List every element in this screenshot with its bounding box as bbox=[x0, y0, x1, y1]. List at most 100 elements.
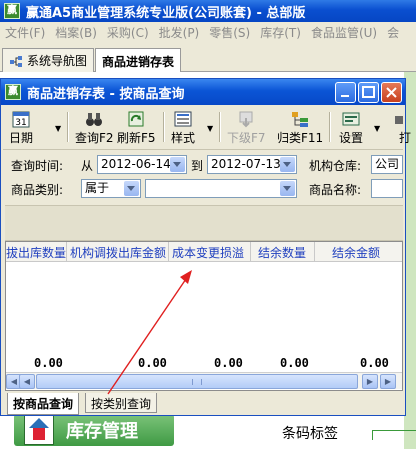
tab-navigation-map[interactable]: 系统导航图 bbox=[2, 48, 95, 72]
scroll-left-page-button[interactable]: ◀ bbox=[19, 374, 35, 389]
view-tabs: 按商品查询 按类别查询 bbox=[5, 393, 403, 415]
date-button[interactable]: 31 日期 bbox=[9, 110, 33, 146]
from-date-dropdown-icon[interactable] bbox=[170, 157, 185, 172]
app-title-bar: 赢 赢通A5商业管理系统专业版(公司账套) - 总部版 bbox=[0, 0, 416, 22]
down-level-button[interactable]: 下级F7 bbox=[227, 110, 266, 146]
style-icon bbox=[174, 111, 192, 127]
category-button-label: 归类F11 bbox=[277, 131, 324, 145]
to-date-value: 2012-07-13 bbox=[211, 157, 281, 171]
menu-wholesale[interactable]: 批发(P) bbox=[154, 24, 205, 41]
barcode-label-link[interactable]: 条码标签 bbox=[282, 423, 338, 443]
inventory-management-label: 库存管理 bbox=[66, 421, 138, 442]
total-transfer-out-qty: 0.00 bbox=[34, 356, 63, 370]
column-header-transfer-out-amount[interactable]: 机构调拨出库金额 bbox=[70, 244, 166, 261]
tab-product-inventory-report-label: 商品进销存表 bbox=[102, 54, 175, 69]
to-date-field[interactable]: 2012-07-13 bbox=[207, 155, 297, 174]
column-header-balance-qty[interactable]: 结余数量 bbox=[258, 244, 306, 261]
menu-more[interactable]: 会 bbox=[382, 24, 404, 41]
minimize-icon bbox=[341, 95, 349, 97]
menu-purchase[interactable]: 采购(C) bbox=[102, 24, 154, 41]
column-separator[interactable] bbox=[168, 242, 169, 262]
warehouse-value: 公司 bbox=[375, 157, 400, 171]
navigation-map-icon bbox=[10, 55, 22, 67]
grid-header: 拔出库数量 机构调拨出库金额 成本变更损溢 结余数量 结余金额 bbox=[6, 242, 402, 262]
window-title: 商品进销存表 - 按商品查询 bbox=[27, 86, 185, 102]
inventory-management-button[interactable]: 库存管理 bbox=[14, 414, 174, 446]
style-button-label: 样式 bbox=[171, 131, 196, 145]
inventory-report-window: 赢 商品进销存表 - 按商品查询 31 日期 ▼ 查询F2 刷新F5 样式 ▼ … bbox=[0, 78, 411, 416]
column-separator[interactable] bbox=[314, 242, 315, 262]
total-balance-amount: 0.00 bbox=[360, 356, 389, 370]
scroll-right-button[interactable]: ▶ bbox=[362, 374, 378, 389]
from-date-field[interactable]: 2012-06-14 bbox=[97, 155, 187, 174]
column-header-transfer-out-qty[interactable]: 拔出库数量 bbox=[6, 244, 66, 261]
menu-retail[interactable]: 零售(S) bbox=[204, 24, 255, 41]
window-logo-icon: 赢 bbox=[5, 84, 21, 100]
menu-food-supervision[interactable]: 食品监管(U) bbox=[306, 24, 382, 41]
warehouse-label: 机构仓库: bbox=[309, 159, 362, 173]
minimize-button[interactable] bbox=[335, 82, 356, 103]
query-panel: 查询时间: 从 2012-06-14 到 2012-07-13 机构仓库: 公司… bbox=[5, 153, 403, 203]
toolbar-separator bbox=[219, 112, 221, 142]
print-button[interactable]: 打 bbox=[395, 110, 415, 146]
query-button[interactable]: 查询F2 bbox=[75, 110, 114, 146]
flow-connector-line bbox=[372, 430, 416, 440]
toolbar-separator bbox=[163, 112, 165, 142]
to-date-dropdown-icon[interactable] bbox=[280, 157, 295, 172]
column-header-cost-change[interactable]: 成本变更损溢 bbox=[172, 244, 244, 261]
toolbar-separator bbox=[329, 112, 331, 142]
style-button[interactable]: 样式 bbox=[171, 110, 195, 146]
menu-inventory[interactable]: 库存(T) bbox=[255, 24, 306, 41]
category-dropdown-icon[interactable] bbox=[280, 181, 295, 196]
grid-total-row: 0.00 0.00 0.00 0.00 0.00 bbox=[6, 354, 402, 372]
menu-file[interactable]: 文件(F) bbox=[0, 24, 50, 41]
column-separator[interactable] bbox=[250, 242, 251, 262]
warehouse-field[interactable]: 公司 bbox=[371, 155, 403, 174]
from-label: 从 bbox=[81, 159, 94, 173]
style-dropdown-arrow[interactable]: ▼ bbox=[207, 124, 213, 133]
binoculars-icon bbox=[86, 113, 103, 126]
total-transfer-out-amount: 0.00 bbox=[138, 356, 167, 370]
refresh-button[interactable]: 刷新F5 bbox=[117, 110, 156, 146]
category-mode-select[interactable]: 属于 bbox=[81, 179, 141, 198]
tab-by-product[interactable]: 按商品查询 bbox=[7, 393, 80, 415]
date-button-label: 日期 bbox=[9, 131, 34, 145]
tab-by-category[interactable]: 按类别查询 bbox=[85, 393, 158, 413]
column-header-balance-amount[interactable]: 结余金额 bbox=[332, 244, 380, 261]
product-name-input[interactable] bbox=[371, 179, 403, 198]
query-spacer-panel bbox=[5, 205, 403, 241]
tab-navigation-map-label: 系统导航图 bbox=[27, 54, 88, 68]
query-button-label: 查询F2 bbox=[75, 131, 114, 145]
category-select[interactable] bbox=[145, 179, 297, 198]
window-title-bar[interactable]: 赢 商品进销存表 - 按商品查询 bbox=[1, 79, 405, 105]
app-logo-icon: 赢 bbox=[4, 3, 20, 19]
down-level-icon bbox=[239, 111, 253, 128]
category-mode-dropdown-icon[interactable] bbox=[124, 181, 139, 196]
menu-archive[interactable]: 档案(B) bbox=[50, 24, 102, 41]
settings-button-label: 设置 bbox=[339, 131, 364, 145]
app-title: 赢通A5商业管理系统专业版(公司账套) - 总部版 bbox=[26, 5, 306, 21]
tab-product-inventory-report[interactable]: 商品进销存表 bbox=[95, 48, 182, 73]
category-button[interactable]: 归类F11 bbox=[277, 110, 323, 146]
scrollbar-thumb[interactable] bbox=[36, 374, 358, 389]
calendar-icon: 31 bbox=[12, 111, 30, 128]
settings-button[interactable]: 设置 bbox=[339, 110, 363, 146]
category-mode-value: 属于 bbox=[85, 181, 110, 195]
close-button[interactable] bbox=[381, 82, 402, 103]
toolbar-separator bbox=[67, 112, 69, 142]
category-label: 商品类别: bbox=[11, 183, 64, 197]
date-dropdown-arrow[interactable]: ▼ bbox=[55, 124, 61, 133]
maximize-button[interactable] bbox=[358, 82, 379, 103]
to-label: 到 bbox=[191, 159, 204, 173]
scroll-right-page-button[interactable]: ▶ bbox=[380, 374, 396, 389]
total-cost-change: 0.00 bbox=[214, 356, 243, 370]
refresh-icon bbox=[128, 111, 144, 127]
toolbar: 31 日期 ▼ 查询F2 刷新F5 样式 ▼ 下级F7 归类F11 设置 ▼ 打 bbox=[3, 106, 411, 150]
svg-text:31: 31 bbox=[15, 118, 26, 128]
query-time-label: 查询时间: bbox=[11, 159, 64, 173]
settings-dropdown-arrow[interactable]: ▼ bbox=[374, 124, 380, 133]
print-button-label: 打 bbox=[398, 131, 411, 145]
warehouse-icon bbox=[24, 415, 54, 445]
horizontal-scrollbar[interactable]: ◀ ◀ ▶ ▶ bbox=[6, 372, 402, 389]
column-separator[interactable] bbox=[66, 242, 67, 262]
